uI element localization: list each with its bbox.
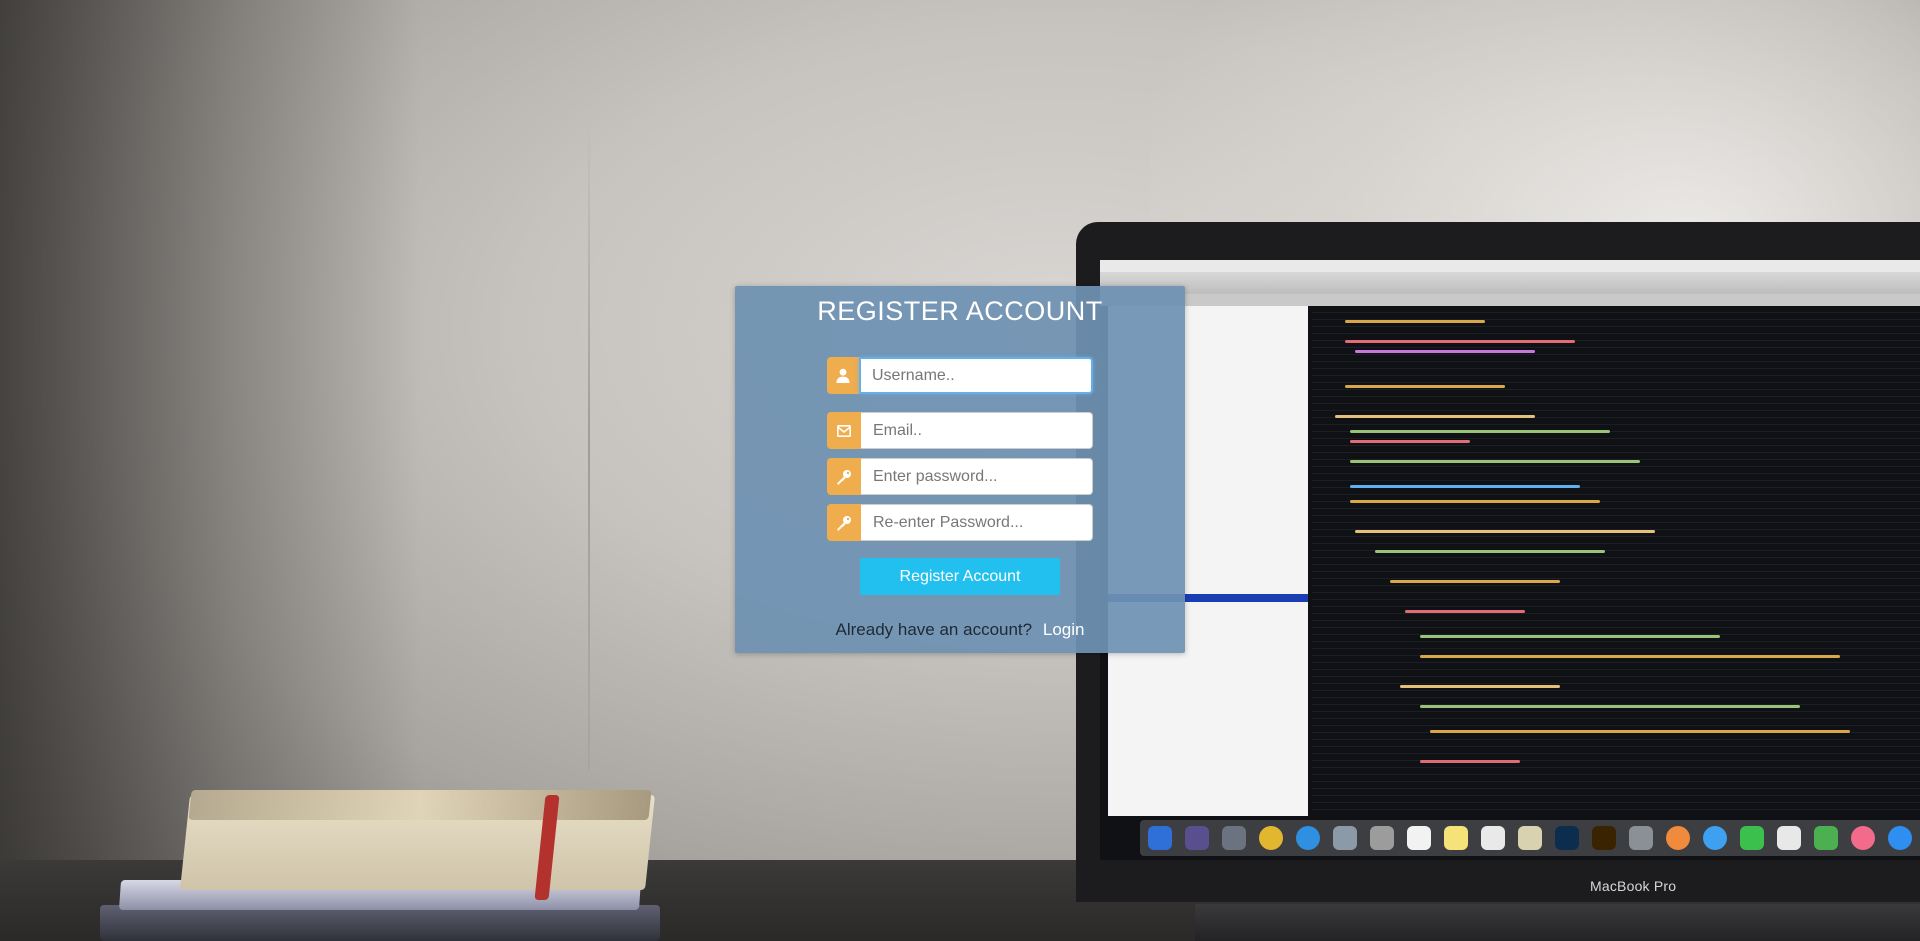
- code-line: [1390, 580, 1560, 583]
- code-line: [1420, 655, 1840, 658]
- key-icon: [827, 458, 861, 495]
- email-input[interactable]: [861, 412, 1093, 449]
- confirm-password-row: [827, 504, 1093, 541]
- notebook-cover: [188, 790, 652, 820]
- code-line: [1375, 550, 1605, 553]
- illustrator-icon: [1592, 826, 1616, 850]
- chrome-icon: [1259, 826, 1283, 850]
- code-line: [1405, 610, 1525, 613]
- messages-icon: [1703, 826, 1727, 850]
- code-line: [1420, 760, 1520, 763]
- photos-icon: [1666, 826, 1690, 850]
- confirm-password-input[interactable]: [861, 504, 1093, 541]
- book-stack-bottom: [100, 905, 660, 941]
- password-input[interactable]: [861, 458, 1093, 495]
- calendar-icon: [1407, 826, 1431, 850]
- preview-icon: [1333, 826, 1357, 850]
- laptop-keyboard: [1195, 904, 1920, 941]
- itunes-icon: [1851, 826, 1875, 850]
- username-input[interactable]: [859, 357, 1093, 394]
- reminders-icon: [1481, 826, 1505, 850]
- code-line: [1335, 415, 1535, 418]
- background-photo: MacBook Pro REGISTER ACCOUNT Username.. …: [0, 0, 1920, 941]
- user-icon: [827, 357, 859, 394]
- safari-icon: [1296, 826, 1320, 850]
- code-line: [1355, 350, 1535, 353]
- email-row: [827, 412, 1093, 449]
- code-line: [1420, 635, 1720, 638]
- code-line: [1355, 530, 1655, 533]
- register-account-button[interactable]: Register Account: [860, 558, 1060, 595]
- code-line: [1350, 460, 1640, 463]
- login-prompt-text: Already have an account?: [835, 620, 1033, 639]
- launchpad-icon: [1222, 826, 1246, 850]
- screen-tabs: [1100, 294, 1920, 306]
- facetime-icon: [1740, 826, 1764, 850]
- code-line: [1345, 340, 1575, 343]
- finder-icon: [1148, 826, 1172, 850]
- key-icon: [827, 504, 861, 541]
- code-line: [1430, 730, 1850, 733]
- password-row: [827, 458, 1093, 495]
- siri-icon: [1185, 826, 1209, 850]
- textedit-icon: [1777, 826, 1801, 850]
- login-prompt-line: Already have an account? Login: [735, 620, 1185, 640]
- envelope-icon: [827, 412, 861, 449]
- code-line: [1345, 385, 1505, 388]
- app-icon: [1629, 826, 1653, 850]
- laptop-screen: [1100, 260, 1920, 860]
- code-line: [1350, 485, 1580, 488]
- maps-icon: [1518, 826, 1542, 850]
- code-line: [1400, 685, 1560, 688]
- screen-toolbar: [1100, 272, 1920, 294]
- screen-code-editor: [1312, 306, 1920, 816]
- code-line: [1350, 500, 1600, 503]
- app-store-icon: [1888, 826, 1912, 850]
- code-line: [1350, 430, 1610, 433]
- username-row: [827, 357, 1093, 394]
- screen-menubar: [1100, 260, 1920, 272]
- photoshop-icon: [1555, 826, 1579, 850]
- register-panel: REGISTER ACCOUNT Username.. Email.. Regi…: [735, 286, 1185, 653]
- notes-icon: [1444, 826, 1468, 850]
- laptop-brand-label: MacBook Pro: [1590, 878, 1677, 894]
- login-link[interactable]: Login: [1043, 620, 1085, 639]
- wall-crack: [588, 120, 590, 770]
- code-line: [1345, 320, 1485, 323]
- page-title: REGISTER ACCOUNT: [817, 296, 1103, 326]
- numbers-icon: [1814, 826, 1838, 850]
- settings-icon: [1370, 826, 1394, 850]
- code-line: [1350, 440, 1470, 443]
- code-line: [1420, 705, 1800, 708]
